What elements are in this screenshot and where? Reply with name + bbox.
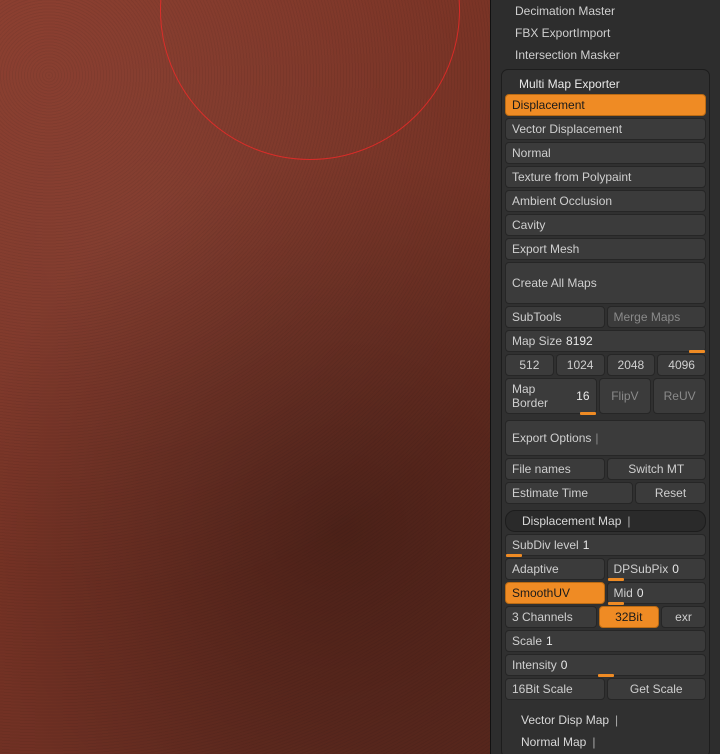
exr-toggle[interactable]: exr: [661, 606, 706, 628]
plugin-fbx-exportimport[interactable]: FBX ExportImport: [501, 22, 710, 44]
vector-disp-map-section[interactable]: Vector Disp Map |: [505, 710, 706, 730]
reuv-button[interactable]: ReUV: [653, 378, 706, 414]
normal-map-label: Normal Map: [521, 735, 586, 749]
map-size-slider[interactable]: Map Size 8192: [505, 330, 706, 352]
slider-thumb: [689, 350, 705, 353]
scale-label: Scale: [512, 634, 542, 648]
separator-bar: |: [592, 735, 595, 749]
multi-map-exporter-header[interactable]: Multi Map Exporter: [505, 73, 706, 94]
create-all-maps-button[interactable]: Create All Maps: [505, 262, 706, 304]
16bit-scale-button[interactable]: 16Bit Scale: [505, 678, 605, 700]
texture-polypaint-toggle[interactable]: Texture from Polypaint: [505, 166, 706, 188]
mid-value: 0: [637, 586, 644, 600]
adaptive-toggle[interactable]: Adaptive: [505, 558, 605, 580]
map-border-slider[interactable]: Map Border 16: [505, 378, 597, 414]
scale-slider[interactable]: Scale 1: [505, 630, 706, 652]
slider-thumb: [580, 412, 596, 415]
displacement-map-section[interactable]: Displacement Map |: [505, 510, 706, 532]
get-scale-button[interactable]: Get Scale: [607, 678, 707, 700]
map-size-4096-button[interactable]: 4096: [657, 354, 706, 376]
vector-disp-map-label: Vector Disp Map: [521, 713, 609, 727]
intensity-label: Intensity: [512, 658, 557, 672]
normal-toggle[interactable]: Normal: [505, 142, 706, 164]
separator-bar: |: [615, 713, 618, 727]
separator-bar: |: [595, 431, 598, 445]
dpsubpix-slider[interactable]: DPSubPix 0: [607, 558, 707, 580]
slider-thumb: [608, 602, 624, 605]
scale-value: 1: [546, 634, 553, 648]
merge-maps-button[interactable]: Merge Maps: [607, 306, 707, 328]
subdiv-level-value: 1: [583, 538, 590, 552]
map-size-2048-button[interactable]: 2048: [607, 354, 656, 376]
viewport[interactable]: [0, 0, 490, 754]
estimate-time-button[interactable]: Estimate Time: [505, 482, 633, 504]
slider-thumb: [506, 554, 522, 557]
ambient-occlusion-toggle[interactable]: Ambient Occlusion: [505, 190, 706, 212]
map-border-label: Map Border: [512, 382, 572, 410]
file-names-button[interactable]: File names: [505, 458, 605, 480]
dpsubpix-label: DPSubPix: [614, 562, 669, 576]
slider-thumb: [598, 674, 614, 677]
map-border-value: 16: [576, 389, 589, 403]
subtools-button[interactable]: SubTools: [505, 306, 605, 328]
slider-thumb: [608, 578, 624, 581]
subdiv-level-label: SubDiv level: [512, 538, 579, 552]
subdiv-level-slider[interactable]: SubDiv level 1: [505, 534, 706, 556]
dpsubpix-value: 0: [672, 562, 679, 576]
normal-map-section[interactable]: Normal Map |: [505, 732, 706, 752]
zplugin-panel: Decimation Master FBX ExportImport Inter…: [490, 0, 720, 754]
cavity-toggle[interactable]: Cavity: [505, 214, 706, 236]
export-options-label: Export Options: [512, 431, 591, 445]
smoothuv-toggle[interactable]: SmoothUV: [505, 582, 605, 604]
map-size-512-button[interactable]: 512: [505, 354, 554, 376]
reset-button[interactable]: Reset: [635, 482, 706, 504]
mid-label: Mid: [614, 586, 633, 600]
three-channels-toggle[interactable]: 3 Channels: [505, 606, 597, 628]
vector-displacement-toggle[interactable]: Vector Displacement: [505, 118, 706, 140]
displacement-toggle[interactable]: Displacement: [505, 94, 706, 116]
export-mesh-toggle[interactable]: Export Mesh: [505, 238, 706, 260]
32bit-toggle[interactable]: 32Bit: [599, 606, 660, 628]
export-options-section[interactable]: Export Options |: [505, 420, 706, 456]
multi-map-exporter-panel: Multi Map Exporter Displacement Vector D…: [501, 69, 710, 754]
map-size-label: Map Size: [512, 334, 562, 348]
separator-bar: |: [627, 514, 630, 528]
map-size-value: 8192: [566, 334, 593, 348]
plugin-intersection-masker[interactable]: Intersection Masker: [501, 44, 710, 66]
displacement-map-label: Displacement Map: [522, 514, 621, 528]
map-size-1024-button[interactable]: 1024: [556, 354, 605, 376]
intensity-value: 0: [561, 658, 568, 672]
mid-slider[interactable]: Mid 0: [607, 582, 707, 604]
brush-circle: [160, 0, 460, 160]
plugin-decimation-master[interactable]: Decimation Master: [501, 0, 710, 22]
flipv-button[interactable]: FlipV: [599, 378, 652, 414]
switch-mt-button[interactable]: Switch MT: [607, 458, 707, 480]
intensity-slider[interactable]: Intensity 0: [505, 654, 706, 676]
